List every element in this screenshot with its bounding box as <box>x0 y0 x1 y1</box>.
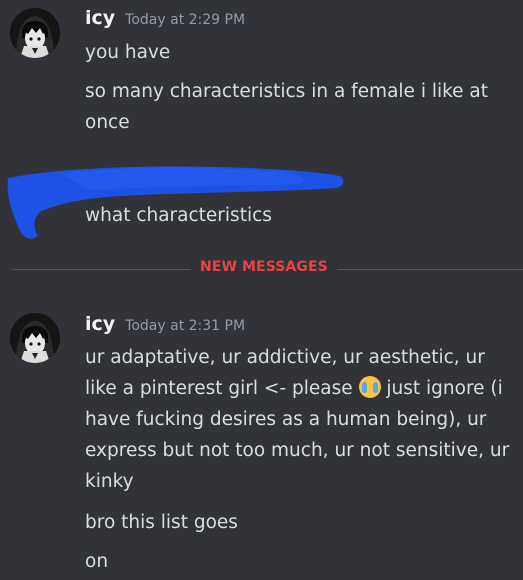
timestamp: Today at 2:31 PM <box>125 318 246 334</box>
loudly-crying-face-emoji-icon <box>358 376 381 398</box>
username[interactable]: icy <box>85 313 115 335</box>
message-text: you have <box>85 42 171 63</box>
message-text: on <box>85 551 109 572</box>
timestamp: Today at 2:29 PM <box>125 12 246 28</box>
message-header: icy Today at 2:29 PM <box>85 7 245 29</box>
username[interactable]: icy <box>85 7 115 29</box>
message-text: what characteristics <box>85 205 272 226</box>
message-text: so many characteristics in a female i li… <box>85 81 489 133</box>
new-messages-label: NEW MESSAGES <box>191 259 337 275</box>
message-text: ur adaptative, ur addictive, ur aestheti… <box>85 342 517 497</box>
chat-view: icy Today at 2:29 PM you have so many ch… <box>0 0 523 580</box>
avatar-icon[interactable] <box>10 8 60 58</box>
avatar-icon[interactable] <box>10 313 60 363</box>
message-header: icy Today at 2:31 PM <box>85 313 245 335</box>
message-text: bro this list goes <box>85 512 238 533</box>
